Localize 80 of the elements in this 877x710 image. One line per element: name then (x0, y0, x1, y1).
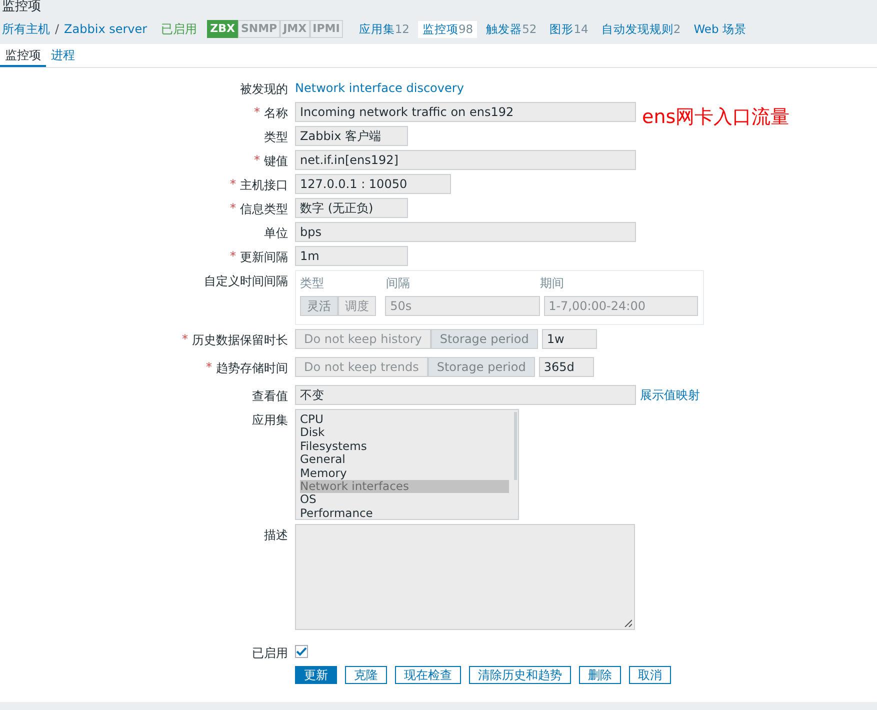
field-label: 应用集 (252, 412, 288, 429)
breadcrumb-link[interactable]: 所有主机 (2, 20, 50, 38)
list-item[interactable]: Memory (300, 466, 509, 480)
input-field[interactable]: 数字 (无正负) (295, 198, 408, 218)
required-mark: * (230, 177, 236, 193)
period-field[interactable]: 1-7,00:00-24:00 (544, 296, 698, 316)
value-mapping-link[interactable]: 展示值映射 (640, 386, 700, 404)
input-field[interactable]: 1m (295, 246, 408, 266)
field-label: 描述 (264, 527, 288, 544)
list-item[interactable]: Network interfaces (300, 480, 509, 494)
list-item[interactable]: Disk (300, 426, 509, 440)
field-label: 更新间隔 (240, 249, 288, 266)
storage-toggle[interactable]: Storage period (428, 357, 535, 377)
action-button[interactable]: 更新 (295, 666, 337, 684)
action-button[interactable]: 清除历史和趋势 (469, 666, 571, 684)
nav-link[interactable]: 自动发现规则2 (597, 20, 685, 38)
interface-badge: SNMP (238, 20, 280, 38)
description-field[interactable] (295, 524, 635, 630)
input-field[interactable]: Incoming network traffic on ens192 (295, 102, 636, 122)
storage-toggle[interactable]: Storage period (430, 329, 538, 349)
field-label: 名称 (264, 105, 288, 122)
resize-handle-icon[interactable] (624, 619, 632, 627)
interval-type-toggle[interactable]: 灵活 (300, 296, 338, 316)
interval-type-toggle[interactable]: 调度 (338, 296, 376, 316)
annotation-text: ens网卡入口流量 (642, 105, 790, 130)
tab[interactable]: 监控项 (0, 44, 46, 67)
required-mark: * (254, 153, 260, 169)
application-listbox[interactable]: CPU Disk Filesystems General Memory Network interfaces OS Performance (295, 409, 519, 520)
storage-toggle[interactable]: Do not keep history (295, 329, 431, 349)
field-label: 类型 (264, 129, 288, 146)
field-label: 趋势存储时间 (216, 360, 288, 377)
list-item[interactable]: CPU (300, 413, 509, 426)
tab[interactable]: 进程 (46, 44, 80, 67)
nav-link[interactable]: 图形 14 (546, 20, 592, 38)
field-label: 被发现的 (240, 81, 288, 98)
interface-badge: JMX (280, 20, 310, 38)
input-field[interactable]: net.if.in[ens192] (295, 150, 636, 170)
input-field[interactable]: 365d (538, 357, 594, 377)
input-field[interactable]: 不变 (295, 385, 636, 405)
field-label: 已启用 (252, 645, 288, 662)
field-label: 信息类型 (240, 201, 288, 218)
action-button[interactable]: 现在检查 (395, 666, 461, 684)
interface-badge: IPMI (310, 20, 343, 38)
input-field[interactable]: Zabbix 客户端 (295, 126, 408, 146)
column-header: 间隔 (386, 275, 411, 292)
list-item[interactable]: Performance (300, 506, 509, 519)
input-field[interactable]: 127.0.0.1 : 10050 (295, 174, 451, 194)
column-header: 期间 (540, 275, 565, 292)
host-status: 已启用 (161, 20, 198, 38)
field-label: 单位 (264, 225, 288, 242)
required-mark: * (230, 249, 236, 265)
field-label: 自定义时间间隔 (204, 273, 288, 290)
discovery-rule-link[interactable]: Network interface discovery (295, 81, 464, 95)
field-label: 主机接口 (240, 177, 288, 194)
field-label: 查看值 (252, 388, 288, 405)
interval-field[interactable]: 50s (385, 296, 540, 316)
required-mark: * (230, 201, 236, 217)
action-button[interactable]: 克隆 (345, 666, 387, 684)
list-item[interactable]: OS (300, 493, 509, 507)
required-mark: * (182, 332, 188, 348)
nav-link[interactable]: 触发器52 (482, 20, 541, 38)
storage-toggle[interactable]: Do not keep trends (295, 357, 428, 377)
list-item[interactable]: Filesystems (300, 440, 509, 454)
input-field[interactable]: 1w (542, 329, 597, 349)
interface-badge: ZBX (207, 20, 238, 38)
nav-link[interactable]: 监控项98 (418, 20, 478, 38)
nav-link[interactable]: Web 场景 (690, 20, 750, 38)
field-label: 历史数据保留时长 (192, 332, 288, 349)
nav-link[interactable]: 应用集12 (354, 20, 414, 38)
required-mark: * (254, 105, 260, 121)
action-button[interactable]: 取消 (629, 666, 671, 684)
column-header: 类型 (300, 275, 325, 292)
action-button[interactable]: 删除 (579, 666, 621, 684)
field-label: 键值 (264, 153, 288, 170)
checkbox[interactable] (295, 645, 308, 658)
input-field[interactable]: bps (295, 222, 636, 242)
required-mark: * (206, 360, 212, 376)
list-item[interactable]: General (300, 453, 509, 467)
breadcrumb-link[interactable]: Zabbix server (64, 22, 148, 36)
breadcrumb-separator: / (55, 22, 60, 36)
